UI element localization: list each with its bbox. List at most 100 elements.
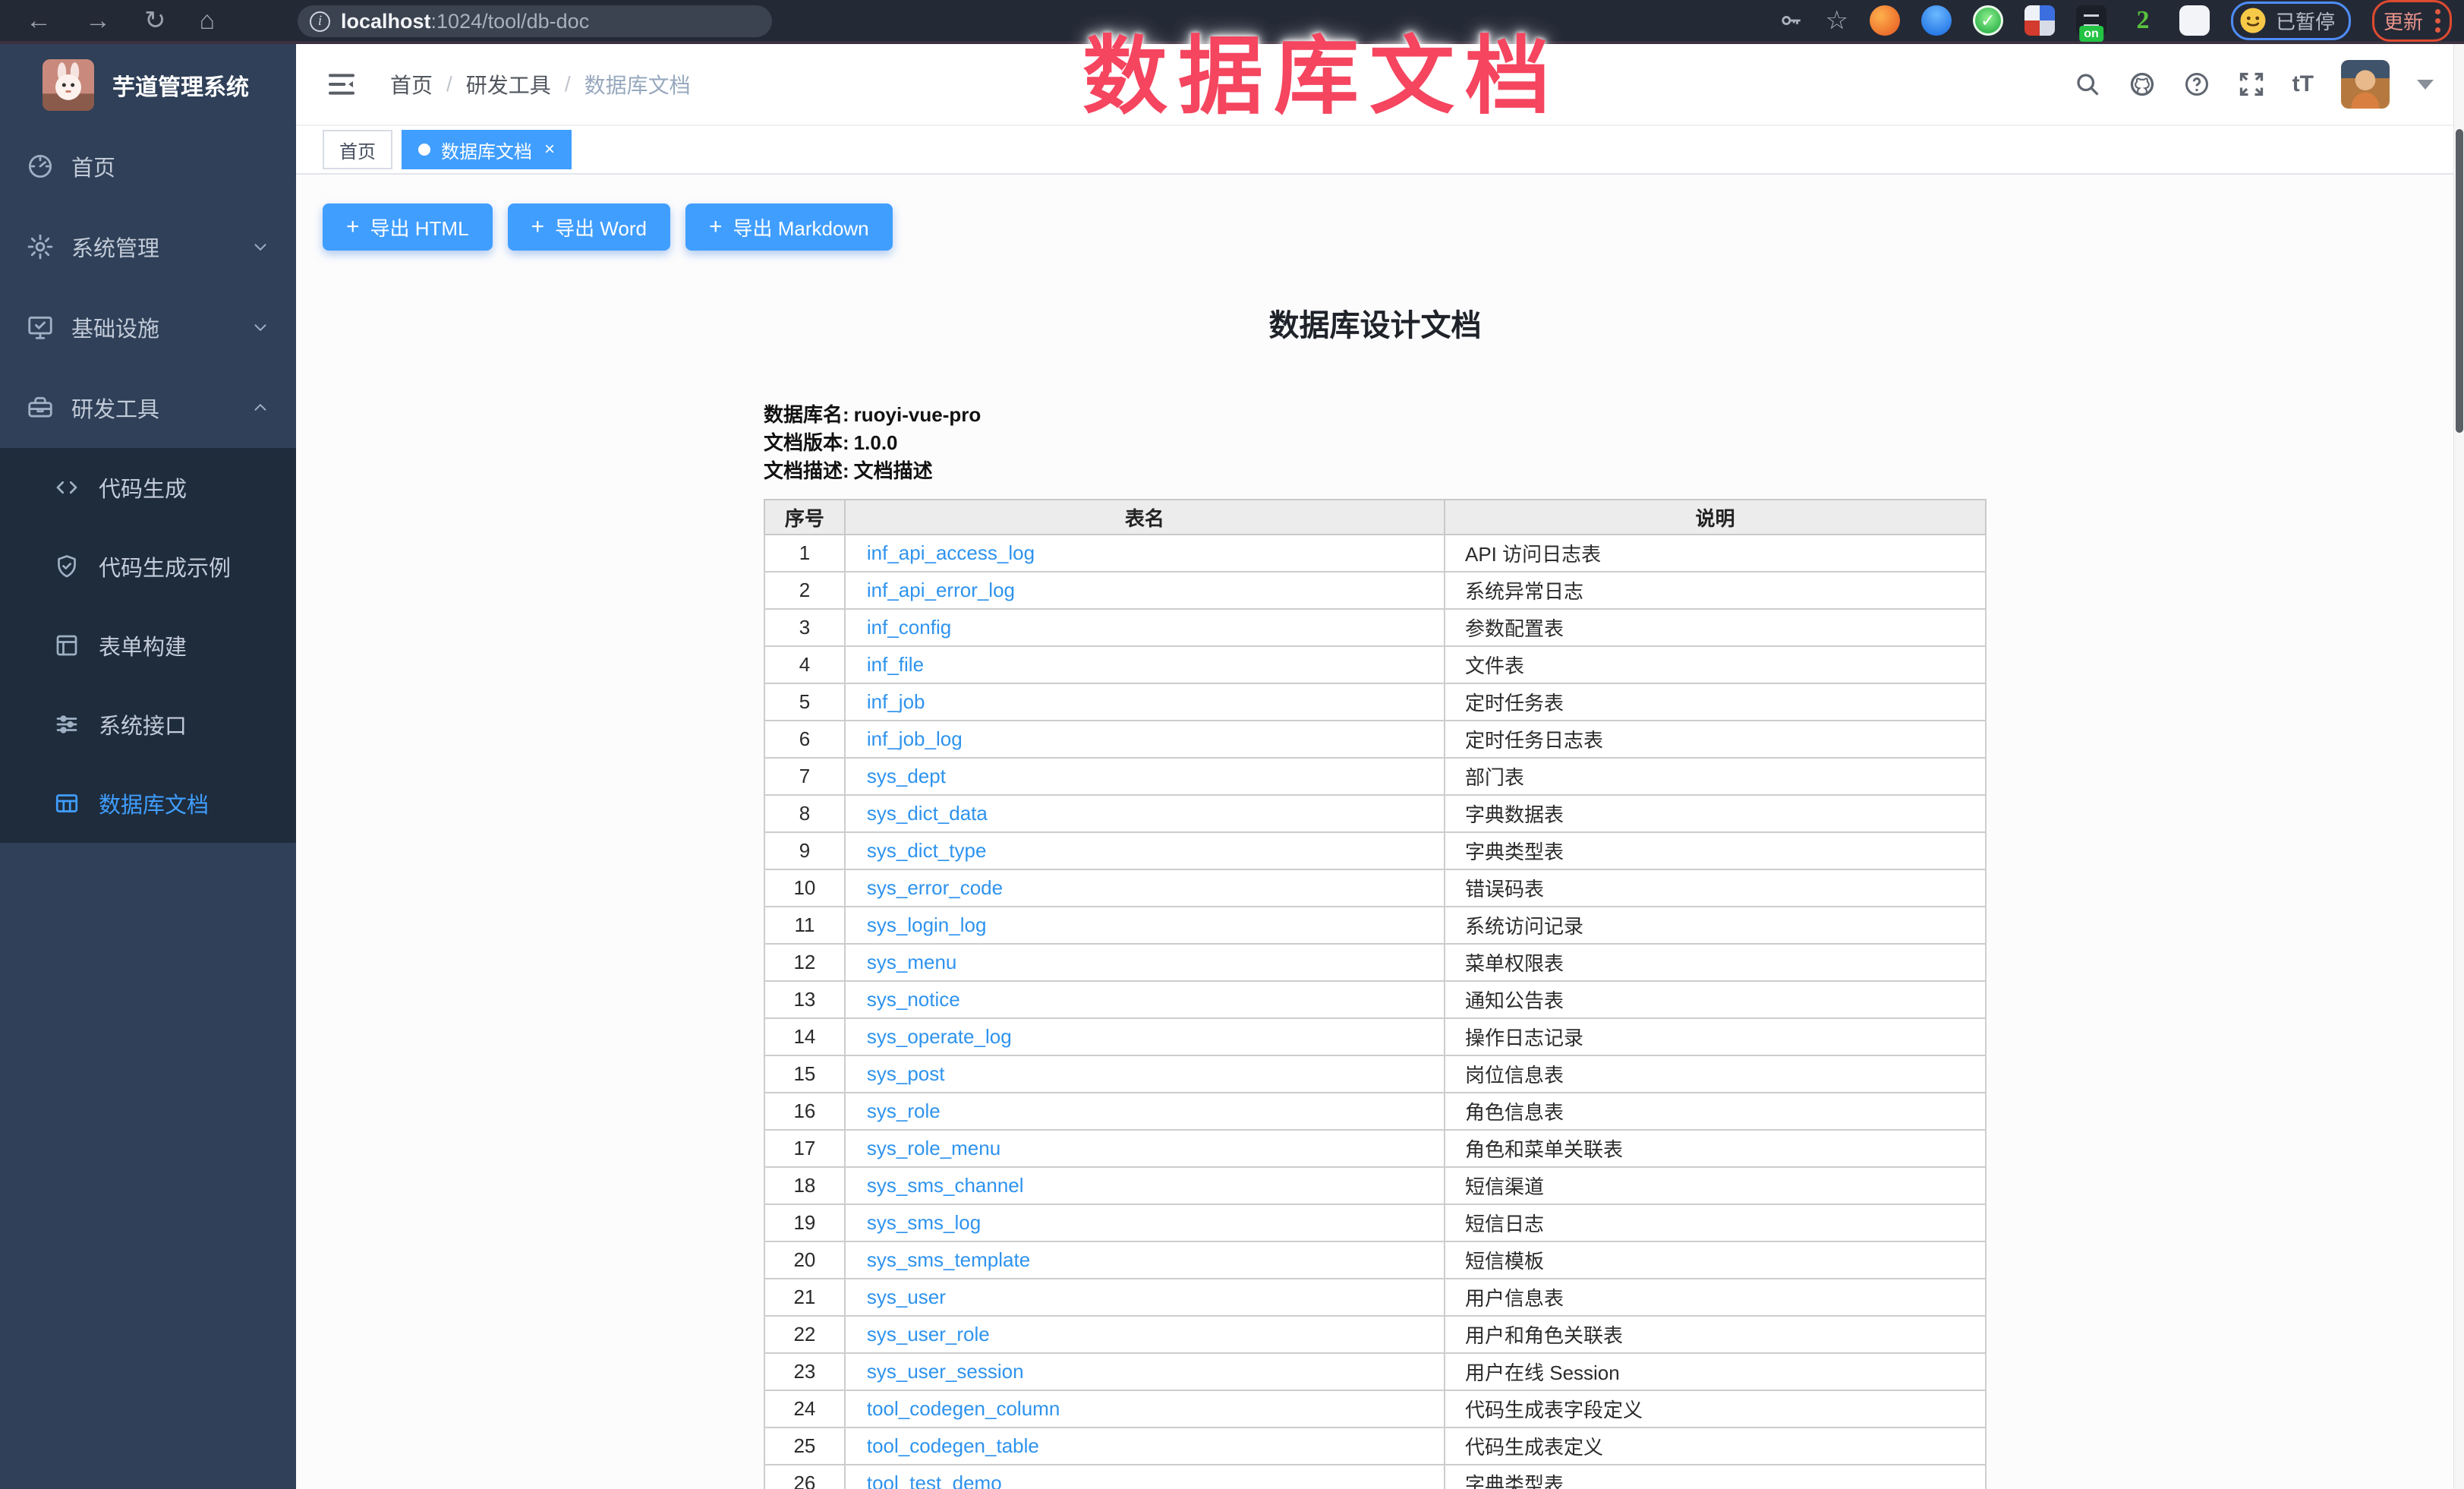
breadcrumb-item[interactable]: 研发工具 [466, 69, 551, 99]
row-index: 10 [764, 869, 845, 907]
home-icon[interactable]: ⌂ [200, 8, 216, 33]
font-size-icon[interactable]: tT [2292, 71, 2314, 97]
sidebar-item-gear[interactable]: 系统管理 [0, 207, 296, 287]
address-bar[interactable]: i localhost:1024/tool/db-doc [298, 5, 772, 37]
table-name-link[interactable]: sys_dept [867, 765, 946, 787]
table-row: 20sys_sms_template短信模板 [764, 1241, 1986, 1279]
meta-label: 文档版本: [764, 431, 849, 454]
table-name-link[interactable]: sys_login_log [867, 913, 987, 936]
column-header: 序号 [764, 500, 845, 535]
tab-item[interactable]: 首页 [323, 130, 392, 169]
table-name-link[interactable]: tool_codegen_table [867, 1434, 1039, 1457]
table-name-link[interactable]: inf_file [867, 653, 924, 676]
table-name-link[interactable]: sys_sms_channel [867, 1174, 1024, 1197]
sidebar-subitem-1[interactable]: 代码生成 [0, 448, 296, 527]
site-info-icon[interactable]: i [310, 11, 330, 32]
table-icon [53, 790, 80, 817]
reload-icon[interactable]: ↻ [144, 8, 166, 33]
sidebar-subitem-4[interactable]: 系统接口 [0, 685, 296, 764]
monitor-icon [26, 313, 55, 342]
extension-icon[interactable]: 2 [2128, 5, 2158, 36]
sidebar-subitem-3[interactable]: 表单构建 [0, 606, 296, 685]
table-desc-cell: 错误码表 [1445, 869, 1986, 907]
chevron-down-icon [250, 237, 270, 257]
breadcrumb-item[interactable]: 首页 [390, 69, 433, 99]
close-icon[interactable]: × [544, 140, 555, 159]
row-index: 21 [764, 1279, 845, 1316]
table-desc-cell: 定时任务表 [1445, 683, 1986, 721]
forward-icon[interactable]: → [85, 8, 111, 33]
table-name-link[interactable]: inf_job [867, 690, 925, 713]
search-icon[interactable] [2074, 71, 2101, 98]
browser-menu-icon[interactable] [2435, 9, 2440, 33]
sidebar: 芋道管理系统 首页系统管理基础设施研发工具 代码生成代码生成示例表单构建系统接口… [0, 44, 296, 1489]
table-name-link[interactable]: sys_sms_template [867, 1248, 1030, 1271]
back-icon[interactable]: ← [26, 8, 52, 33]
extension-grid-icon[interactable] [2024, 5, 2055, 36]
app-logo [43, 59, 94, 111]
meta-value: 1.0.0 [854, 431, 898, 454]
table-name-link[interactable]: inf_job_log [867, 727, 963, 750]
extension-icon[interactable] [1870, 5, 1900, 36]
extension-on-badge: on [2079, 26, 2103, 42]
tab-active[interactable]: 数据库文档× [402, 130, 572, 169]
row-index: 22 [764, 1316, 845, 1353]
table-name-link[interactable]: sys_dict_type [867, 839, 987, 862]
table-name-link[interactable]: sys_user [867, 1286, 946, 1308]
github-icon[interactable] [2128, 71, 2156, 98]
table-name-link[interactable]: sys_sms_log [867, 1211, 981, 1234]
table-name-link[interactable]: tool_codegen_column [867, 1397, 1060, 1420]
browser-profile-chip[interactable]: 已暂停 [2231, 2, 2351, 40]
fullscreen-icon[interactable] [2238, 71, 2265, 98]
sidebar-subitem-5[interactable]: 数据库文档 [0, 764, 296, 843]
plus-icon: + [709, 216, 723, 238]
table-name-link[interactable]: sys_error_code [867, 876, 1003, 899]
table-name-link[interactable]: inf_config [867, 616, 951, 639]
table-name-link[interactable]: sys_operate_log [867, 1025, 1012, 1048]
export-button-3[interactable]: +导出 Markdown [685, 203, 893, 251]
table-name-link[interactable]: sys_notice [867, 988, 960, 1011]
extension-icon[interactable]: on [2076, 5, 2106, 36]
table-name-link[interactable]: sys_role [867, 1099, 941, 1122]
sidebar-item-label: 研发工具 [71, 392, 250, 424]
extension-check-icon[interactable]: ✓ [1973, 5, 2003, 36]
table-name-link[interactable]: sys_role_menu [867, 1137, 1000, 1159]
extensions-puzzle-icon[interactable] [2179, 5, 2210, 36]
table-name-cell: sys_user_session [845, 1353, 1445, 1390]
table-row: 9sys_dict_type字典类型表 [764, 832, 1986, 869]
table-name-cell: sys_error_code [845, 869, 1445, 907]
sidebar-item-monitor[interactable]: 基础设施 [0, 287, 296, 368]
bookmark-star-icon[interactable]: ☆ [1825, 5, 1848, 36]
table-name-link[interactable]: sys_dict_data [867, 802, 988, 825]
row-index: 13 [764, 981, 845, 1018]
table-name-link[interactable]: sys_menu [867, 951, 957, 973]
table-name-link[interactable]: sys_user_role [867, 1323, 990, 1345]
help-icon[interactable] [2183, 71, 2210, 98]
scrollbar-thumb[interactable] [2456, 129, 2463, 433]
table-name-link[interactable]: inf_api_error_log [867, 579, 1015, 601]
table-row: 4inf_file文件表 [764, 646, 1986, 683]
chevron-down-icon[interactable] [2417, 80, 2434, 90]
table-name-link[interactable]: inf_api_access_log [867, 541, 1035, 564]
sidebar-item-toolbox[interactable]: 研发工具 [0, 368, 296, 448]
table-name-link[interactable]: tool_test_demo [867, 1472, 1002, 1489]
sidebar-subitem-2[interactable]: 代码生成示例 [0, 527, 296, 606]
browser-update-chip[interactable]: 更新 [2372, 0, 2452, 42]
sidebar-item-gauge[interactable]: 首页 [0, 126, 296, 207]
table-name-cell: sys_sms_template [845, 1241, 1445, 1279]
page-scrollbar[interactable] [2453, 44, 2464, 1489]
user-avatar[interactable] [2341, 60, 2390, 109]
row-index: 11 [764, 907, 845, 944]
row-index: 26 [764, 1465, 845, 1489]
export-button-1[interactable]: +导出 HTML [323, 203, 493, 251]
table-row: 22sys_user_role用户和角色关联表 [764, 1316, 1986, 1353]
export-button-2[interactable]: +导出 Word [508, 203, 670, 251]
password-key-icon[interactable] [1778, 8, 1804, 33]
table-name-link[interactable]: sys_post [867, 1062, 945, 1085]
table-name-link[interactable]: sys_user_session [867, 1360, 1024, 1383]
table-name-cell: sys_post [845, 1055, 1445, 1093]
doc-meta-line: 文档版本:1.0.0 [764, 429, 1987, 457]
extension-icon[interactable] [1921, 5, 1952, 36]
collapse-sidebar-icon[interactable] [326, 69, 357, 99]
sidebar-logo-row[interactable]: 芋道管理系统 [0, 44, 296, 126]
